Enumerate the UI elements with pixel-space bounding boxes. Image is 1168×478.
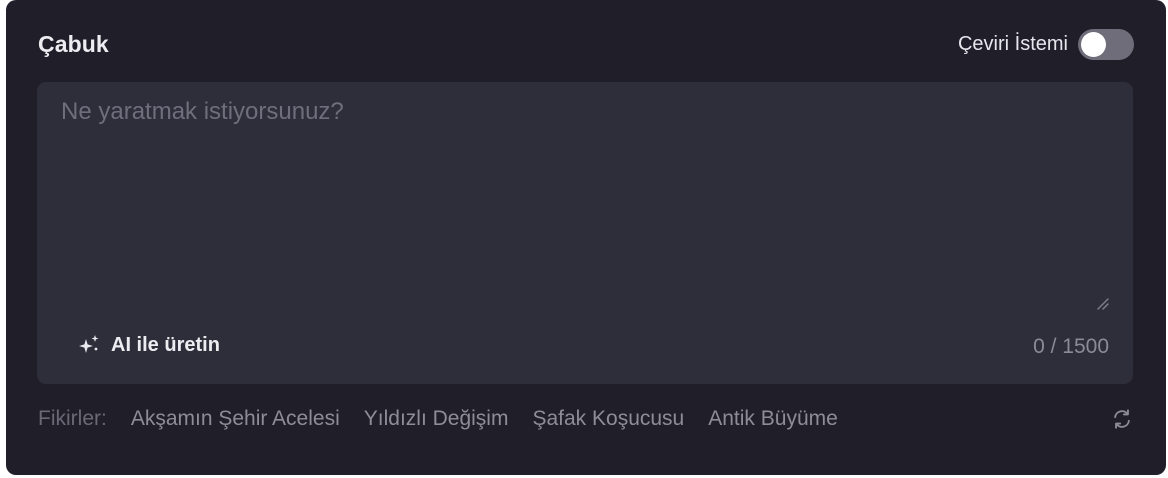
panel-header: Çabuk Çeviri İstemi <box>38 26 1134 62</box>
idea-chip[interactable]: Şafak Koşucusu <box>532 407 684 431</box>
toggle-knob <box>1081 31 1106 57</box>
ideas-label: Fikirler: <box>38 407 107 430</box>
quick-prompt-panel: Çabuk Çeviri İstemi AI ile ür <box>6 0 1166 475</box>
resize-handle-icon[interactable] <box>1095 296 1109 310</box>
character-counter: 0 / 1500 <box>1033 335 1109 358</box>
translate-prompt-toggle[interactable] <box>1078 28 1134 60</box>
sparkle-icon <box>77 333 101 357</box>
generate-with-ai-label: AI ile üretin <box>111 333 220 356</box>
prompt-input[interactable] <box>61 98 1101 298</box>
idea-chip[interactable]: Akşamın Şehir Acelesi <box>131 407 340 431</box>
idea-chip[interactable]: Yıldızlı Değişim <box>364 407 509 431</box>
ideas-row: Fikirler: Akşamın Şehir Acelesi Yıldızlı… <box>38 402 1134 436</box>
refresh-icon[interactable] <box>1110 407 1134 431</box>
idea-chip[interactable]: Antik Büyüme <box>708 407 838 431</box>
generate-with-ai-button[interactable]: AI ile üretin <box>77 330 220 360</box>
panel-title: Çabuk <box>38 30 109 57</box>
translate-prompt-control: Çeviri İstemi <box>957 28 1134 60</box>
translate-prompt-label: Çeviri İstemi <box>957 32 1068 55</box>
prompt-box: AI ile üretin 0 / 1500 <box>37 82 1133 384</box>
